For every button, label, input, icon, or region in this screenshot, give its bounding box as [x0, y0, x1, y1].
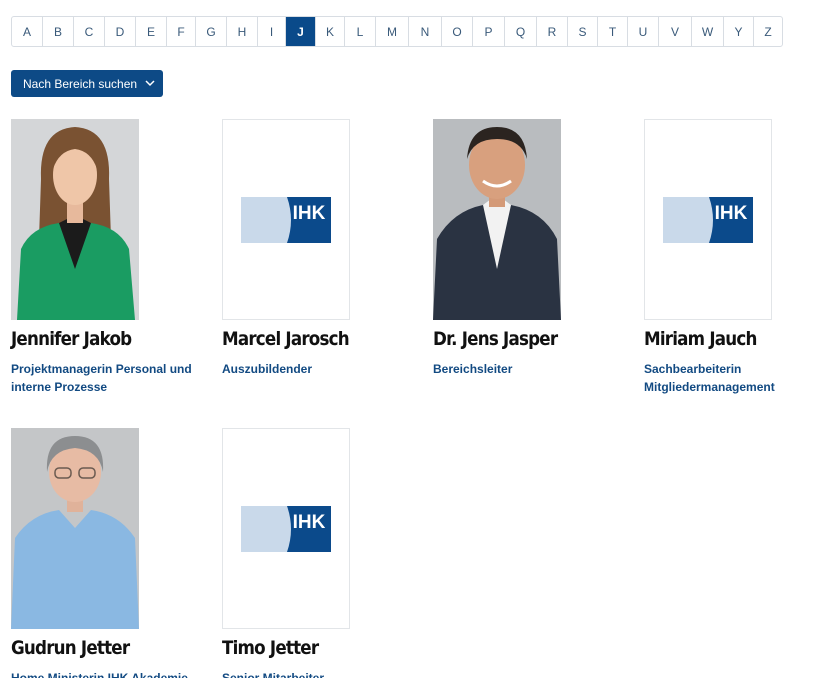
person-role: Sachbearbeiterin Mitgliedermanagement: [644, 362, 775, 394]
ihk-placeholder-image: IHK: [222, 428, 350, 629]
ihk-logo: IHK: [241, 505, 331, 552]
letter-s[interactable]: S: [568, 17, 598, 46]
person-name: Dr. Jens Jasper: [433, 328, 558, 350]
person-role: Home Ministerin IHK Akademie: [11, 671, 188, 678]
person-name: Jennifer Jakob: [11, 328, 132, 350]
ihk-logo: IHK: [241, 196, 331, 243]
ihk-placeholder-image: IHK: [222, 119, 350, 320]
letter-q[interactable]: Q: [505, 17, 537, 46]
letter-e[interactable]: E: [136, 17, 167, 46]
person-photo: [433, 119, 561, 320]
letter-g[interactable]: G: [196, 17, 227, 46]
ihk-logo-text: IHK: [293, 512, 326, 533]
letter-j[interactable]: J: [286, 17, 316, 46]
person-name: Timo Jetter: [222, 637, 319, 659]
ihk-logo-text: IHK: [715, 203, 748, 224]
letter-y[interactable]: Y: [724, 17, 754, 46]
person-card[interactable]: Gudrun Jetter Home Ministerin IHK Akadem…: [11, 428, 201, 678]
letter-k[interactable]: K: [316, 17, 345, 46]
letter-o[interactable]: O: [442, 17, 473, 46]
letter-l[interactable]: L: [345, 17, 376, 46]
person-card[interactable]: IHK Marcel Jarosch Auszubildender: [222, 119, 412, 378]
letter-t[interactable]: T: [598, 17, 628, 46]
letter-n[interactable]: N: [409, 17, 442, 46]
letter-c[interactable]: C: [74, 17, 105, 46]
area-filter-label: Nach Bereich suchen: [23, 76, 138, 91]
person-role: Auszubildender: [222, 362, 313, 376]
area-filter-button[interactable]: Nach Bereich suchen: [11, 70, 163, 97]
person-photo: [11, 428, 139, 629]
letter-h[interactable]: H: [227, 17, 258, 46]
letter-d[interactable]: D: [105, 17, 136, 46]
person-card[interactable]: Jennifer Jakob Projektmanagerin Personal…: [11, 119, 201, 396]
letter-i[interactable]: I: [258, 17, 286, 46]
ihk-logo: IHK: [663, 196, 753, 243]
ihk-logo-text: IHK: [293, 203, 326, 224]
letter-m[interactable]: M: [376, 17, 409, 46]
person-role: Projektmanagerin Personal und interne Pr…: [11, 362, 192, 394]
letter-p[interactable]: P: [473, 17, 505, 46]
person-card[interactable]: IHK Miriam Jauch Sachbearbeiterin Mitgli…: [644, 119, 816, 396]
letter-v[interactable]: V: [659, 17, 692, 46]
ihk-placeholder-image: IHK: [644, 119, 772, 320]
alphabet-filter: ABCDEFGHIJKLMNOPQRSTUVWYZ: [11, 16, 783, 47]
person-card[interactable]: Dr. Jens Jasper Bereichsleiter: [433, 119, 623, 378]
person-name: Miriam Jauch: [644, 328, 757, 350]
letter-f[interactable]: F: [167, 17, 196, 46]
person-photo: [11, 119, 139, 320]
chevron-down-icon: [145, 80, 155, 87]
person-role: Senior Mitarbeiter: [222, 671, 325, 678]
letter-r[interactable]: R: [537, 17, 568, 46]
person-card[interactable]: IHK Timo Jetter Senior Mitarbeiter: [222, 428, 412, 678]
letter-u[interactable]: U: [628, 17, 659, 46]
person-name: Marcel Jarosch: [222, 328, 350, 350]
page: ABCDEFGHIJKLMNOPQRSTUVWYZ Nach Bereich s…: [0, 0, 816, 678]
letter-w[interactable]: W: [692, 17, 724, 46]
letter-z[interactable]: Z: [754, 17, 782, 46]
person-name: Gudrun Jetter: [11, 637, 130, 659]
letter-b[interactable]: B: [43, 17, 74, 46]
letter-a[interactable]: A: [12, 17, 43, 46]
person-role: Bereichsleiter: [433, 362, 513, 376]
